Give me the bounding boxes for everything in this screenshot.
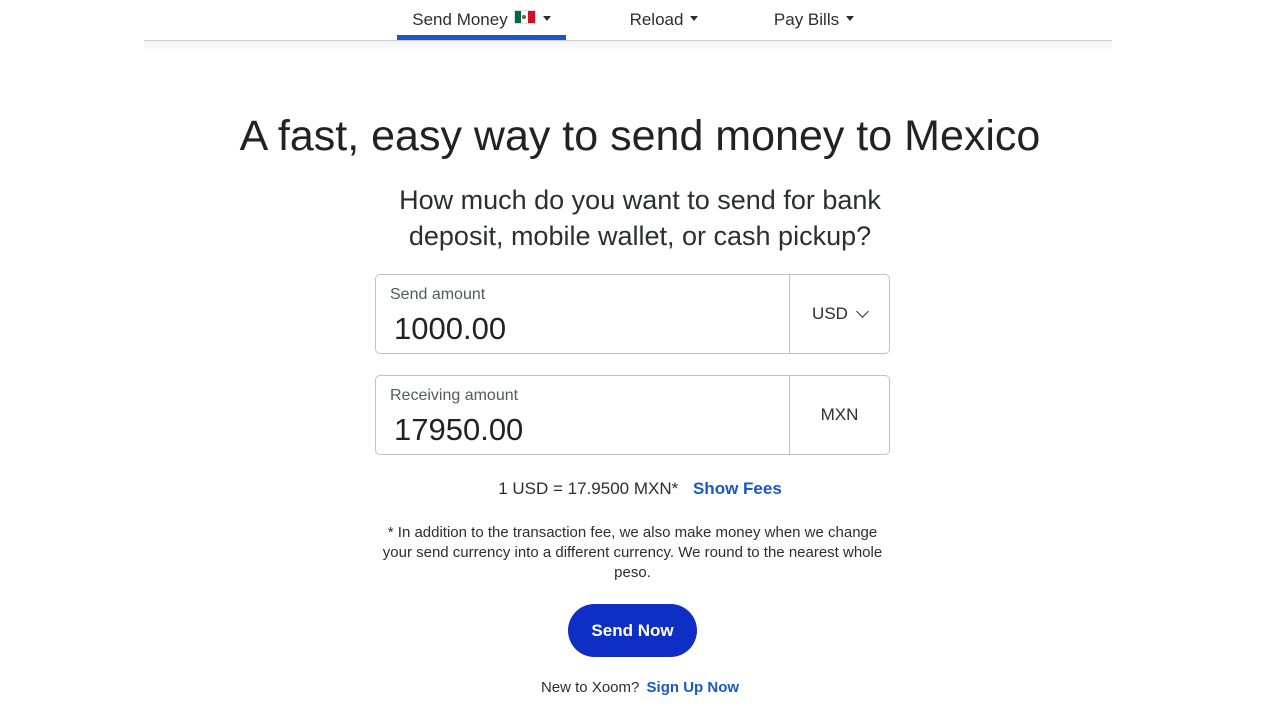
subtitle-line-2: deposit, mobile wallet, or cash pickup? <box>408 221 872 251</box>
show-fees-link[interactable]: Show Fees <box>693 479 782 498</box>
nav-item-label: Pay Bills <box>773 10 840 29</box>
send-amount-field[interactable]: Send amount 1000.00 <box>375 274 790 354</box>
caret-down-icon <box>846 16 855 21</box>
subtitle-line-1: How much do you want to send for bank <box>399 185 881 215</box>
nav-item-send-money[interactable]: Send Money <box>397 0 566 40</box>
signup-line: New to Xoom? Sign Up Now <box>0 678 1280 698</box>
send-amount-row: Send amount 1000.00 USD <box>375 274 890 354</box>
receive-amount-label: Receiving amount <box>390 387 519 404</box>
exchange-rate-text: 1 USD = 17.9500 MXN* <box>498 479 679 498</box>
caret-down-icon <box>690 16 699 21</box>
receive-amount-row: Receiving amount 17950.00 MXN <box>375 375 890 455</box>
caret-down-icon <box>542 16 551 21</box>
receive-amount-field[interactable]: Receiving amount 17950.00 <box>375 375 790 455</box>
page: Send Money Reload Pay Bills A fast, easy… <box>0 0 1280 720</box>
chevron-down-icon <box>856 305 869 318</box>
mexico-flag-icon <box>513 10 536 24</box>
page-title: A fast, easy way to send money to Mexico <box>239 112 1041 160</box>
exchange-rate-line: 1 USD = 17.9500 MXN* Show Fees <box>0 478 1280 500</box>
receive-currency: MXN <box>790 375 890 455</box>
nav-item-reload[interactable]: Reload <box>609 0 719 40</box>
top-nav: Send Money Reload Pay Bills <box>144 0 1112 41</box>
send-amount-label: Send amount <box>390 286 486 303</box>
nav-item-label: Send Money <box>412 10 508 29</box>
nav-item-label: Reload <box>629 10 684 29</box>
nav-shadow <box>144 40 1112 52</box>
send-amount-value[interactable]: 1000.00 <box>394 310 775 348</box>
page-subtitle: How much do you want to send for bank de… <box>340 182 940 254</box>
fx-disclaimer: * In addition to the transaction fee, we… <box>382 524 883 581</box>
sign-up-link[interactable]: Sign Up Now <box>647 679 740 696</box>
send-currency-label: USD <box>812 304 848 323</box>
nav-item-pay-bills[interactable]: Pay Bills <box>754 0 874 40</box>
send-currency-select[interactable]: USD <box>790 274 890 354</box>
receive-amount-value[interactable]: 17950.00 <box>394 411 775 449</box>
signup-prompt: New to Xoom? <box>540 679 640 696</box>
send-now-button[interactable]: Send Now <box>568 604 697 657</box>
receive-currency-label: MXN <box>820 405 859 424</box>
